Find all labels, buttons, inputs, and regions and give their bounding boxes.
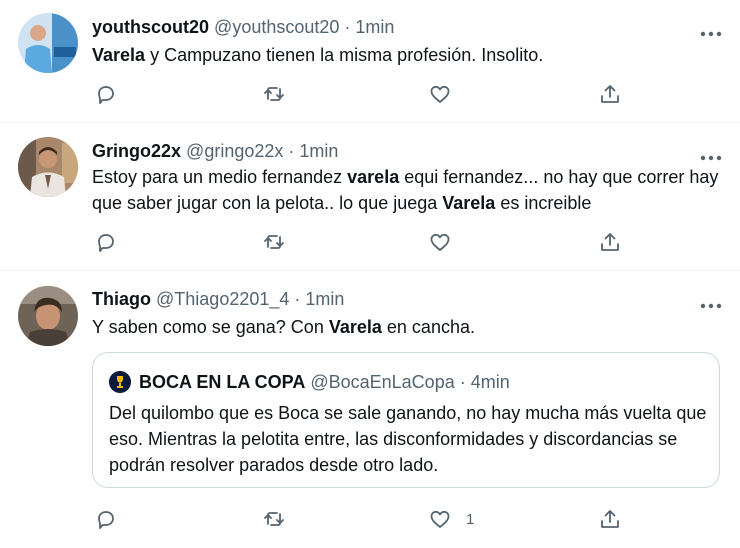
retweet-icon xyxy=(264,87,284,101)
handle[interactable]: @youthscout20 xyxy=(214,17,339,37)
text-segment: Estoy para un medio fernandez xyxy=(92,167,348,187)
display-name[interactable]: Gringo22x xyxy=(92,141,181,161)
highlight-term[interactable]: Varela xyxy=(442,193,495,213)
display-name[interactable]: youthscout20 xyxy=(92,17,209,37)
tweet-text: Varela y Campuzano tienen la misma profe… xyxy=(92,42,722,68)
tweet-header: Gringo22x @gringo22x · 1min xyxy=(92,141,338,162)
reply-button[interactable] xyxy=(94,229,118,255)
tweet-text: Y saben como se gana? Con Varela en canc… xyxy=(92,314,722,340)
avatar[interactable] xyxy=(18,13,78,73)
share-icon xyxy=(601,510,619,528)
timestamp[interactable]: · 1min xyxy=(288,141,338,161)
quoted-tweet-header: BOCA EN LA COPA @BocaEnLaCopa · 4min xyxy=(109,371,510,393)
share-icon xyxy=(601,85,619,103)
reply-icon xyxy=(98,234,114,252)
highlight-term[interactable]: Varela xyxy=(329,317,382,337)
share-button[interactable] xyxy=(598,81,622,107)
retweet-button[interactable] xyxy=(262,229,286,255)
quoted-timestamp[interactable]: · 4min xyxy=(460,372,510,393)
share-button[interactable] xyxy=(598,229,622,255)
retweet-icon xyxy=(264,512,284,526)
avatar[interactable] xyxy=(18,137,78,197)
action-bar: 1 xyxy=(92,506,632,532)
share-icon xyxy=(601,233,619,251)
like-button[interactable] xyxy=(428,81,452,107)
highlight-term[interactable]: Varela xyxy=(92,45,145,65)
quoted-tweet-text: Del quilombo que es Boca se sale ganando… xyxy=(109,403,707,475)
reply-icon xyxy=(98,86,114,104)
like-button[interactable]: 1 xyxy=(428,506,474,532)
reply-icon xyxy=(98,511,114,529)
handle[interactable]: @gringo22x xyxy=(186,141,283,161)
timestamp[interactable]: · 1min xyxy=(344,17,394,37)
tweet-2[interactable]: Gringo22x @gringo22x · 1min Estoy para u… xyxy=(0,122,740,271)
action-bar xyxy=(92,229,632,255)
action-bar xyxy=(92,81,632,107)
more-icon[interactable] xyxy=(700,148,722,161)
quoted-handle[interactable]: @BocaEnLaCopa xyxy=(310,372,454,393)
timestamp[interactable]: · 1min xyxy=(294,289,344,309)
reply-button[interactable] xyxy=(94,81,118,107)
share-button[interactable] xyxy=(598,506,622,532)
display-name[interactable]: Thiago xyxy=(92,289,151,309)
tweet-text: Estoy para un medio fernandez varela equ… xyxy=(92,164,722,216)
text-segment: Y saben como se gana? Con xyxy=(92,317,329,337)
avatar[interactable] xyxy=(18,286,78,346)
retweet-icon xyxy=(264,235,284,249)
quoted-display-name[interactable]: BOCA EN LA COPA xyxy=(139,372,305,393)
like-icon xyxy=(430,233,450,251)
text-segment: es increible xyxy=(495,193,592,213)
tweet-header: youthscout20 @youthscout20 · 1min xyxy=(92,17,394,38)
highlight-term[interactable]: varela xyxy=(347,167,399,187)
tweet-header: Thiago @Thiago2201_4 · 1min xyxy=(92,289,344,310)
tweet-1[interactable]: youthscout20 @youthscout20 · 1min Varela… xyxy=(0,0,740,123)
text-segment: y Campuzano tienen la misma profesión. I… xyxy=(145,45,544,65)
text-segment: en cancha. xyxy=(381,317,475,337)
more-icon[interactable] xyxy=(700,24,722,37)
more-icon[interactable] xyxy=(700,296,722,309)
like-count: 1 xyxy=(466,510,475,528)
reply-button[interactable] xyxy=(94,506,118,532)
quoted-avatar[interactable] xyxy=(109,371,131,393)
like-button[interactable] xyxy=(428,229,452,255)
quoted-tweet[interactable]: BOCA EN LA COPA @BocaEnLaCopa · 4min Del… xyxy=(92,352,720,488)
like-icon xyxy=(430,85,450,103)
tweet-3[interactable]: Thiago @Thiago2201_4 · 1min Y saben como… xyxy=(0,270,740,548)
handle[interactable]: @Thiago2201_4 xyxy=(156,289,289,309)
retweet-button[interactable] xyxy=(262,81,286,107)
retweet-button[interactable] xyxy=(262,506,286,532)
like-icon xyxy=(430,510,450,528)
